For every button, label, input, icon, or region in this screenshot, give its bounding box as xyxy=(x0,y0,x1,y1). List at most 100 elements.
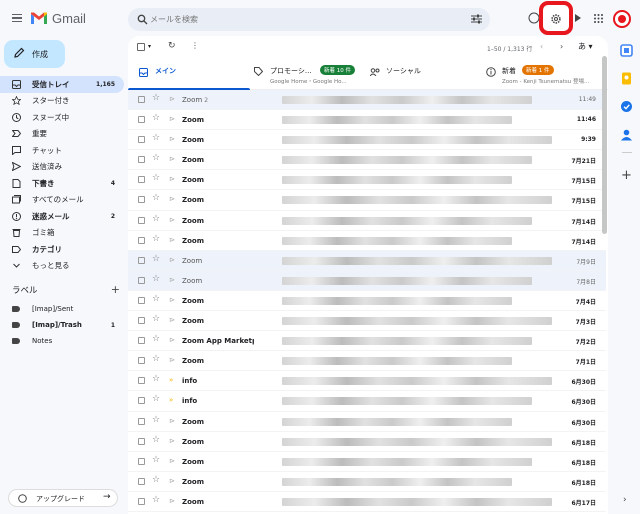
importance-marker-icon[interactable]: ⊳ xyxy=(169,336,175,344)
show-panel-icon[interactable]: › xyxy=(623,495,627,505)
star-icon[interactable]: ☆ xyxy=(152,495,160,505)
row-checkbox[interactable] xyxy=(138,176,145,184)
search-input[interactable] xyxy=(150,12,450,27)
sidebar-item-11[interactable]: もっと見る xyxy=(0,258,124,275)
apps-grid-icon[interactable] xyxy=(594,14,603,23)
star-icon[interactable]: ☆ xyxy=(152,173,160,183)
keep-icon[interactable] xyxy=(620,72,633,85)
search-icon[interactable] xyxy=(137,14,148,25)
importance-marker-icon[interactable]: ⊳ xyxy=(169,437,175,445)
star-icon[interactable]: ☆ xyxy=(152,93,160,103)
star-icon[interactable]: ☆ xyxy=(152,274,160,284)
email-row[interactable]: ☆ ⊳ Zoom 7月14日 xyxy=(128,230,606,251)
star-icon[interactable]: ☆ xyxy=(152,435,160,445)
importance-marker-icon[interactable]: ⊳ xyxy=(169,236,175,244)
row-checkbox[interactable] xyxy=(138,136,145,144)
tab-social[interactable]: ソーシャル xyxy=(364,60,480,90)
row-checkbox[interactable] xyxy=(138,337,145,345)
row-checkbox[interactable] xyxy=(138,296,145,304)
row-checkbox[interactable] xyxy=(138,437,145,445)
importance-marker-icon[interactable]: ⊳ xyxy=(169,276,175,284)
sidebar-item-6[interactable]: 下書き 4 xyxy=(0,175,124,192)
importance-marker-icon[interactable]: ⊳ xyxy=(169,216,175,224)
row-checkbox[interactable] xyxy=(138,357,145,365)
row-checkbox[interactable] xyxy=(138,477,145,485)
star-icon[interactable]: ☆ xyxy=(152,475,160,485)
add-label-icon[interactable]: + xyxy=(111,283,120,296)
email-row[interactable]: ☆ ⊳ Zoom 7月4日 xyxy=(128,290,606,312)
sidebar-item-4[interactable]: チャット xyxy=(0,142,124,159)
importance-marker-icon[interactable]: ⊳ xyxy=(169,135,175,143)
list-scrollbar[interactable] xyxy=(602,56,607,234)
star-icon[interactable]: ☆ xyxy=(152,394,160,404)
importance-marker-icon[interactable]: ⊳ xyxy=(169,95,175,103)
row-checkbox[interactable] xyxy=(138,96,145,103)
importance-marker-icon[interactable]: ⊳ xyxy=(169,477,175,485)
star-icon[interactable]: ☆ xyxy=(152,214,160,224)
star-icon[interactable]: ☆ xyxy=(152,153,160,163)
search-options-icon[interactable] xyxy=(471,14,482,24)
email-row[interactable]: ☆ » info 6月30日 xyxy=(128,371,606,392)
email-row[interactable]: ☆ ⊳ Zoom 6月18日 xyxy=(128,471,606,492)
calendar-icon[interactable] xyxy=(620,44,633,57)
star-icon[interactable]: ☆ xyxy=(152,415,160,425)
upgrade-button[interactable]: アップグレード → xyxy=(8,489,118,507)
star-icon[interactable]: ☆ xyxy=(152,254,160,264)
label-item-1[interactable]: [Imap]/Trash 1 xyxy=(0,317,124,333)
tab-main[interactable]: メイン xyxy=(128,60,250,90)
star-icon[interactable]: ☆ xyxy=(152,234,160,244)
importance-marker-icon[interactable]: ⊳ xyxy=(169,115,175,123)
row-checkbox[interactable] xyxy=(138,457,145,465)
add-addon-icon[interactable]: + xyxy=(621,168,632,183)
refresh-icon[interactable]: ↻ xyxy=(168,41,176,51)
sidebar-item-9[interactable]: ゴミ箱 xyxy=(0,225,124,242)
email-row[interactable]: ☆ ⊳ Zoom 6月30日 xyxy=(128,411,606,432)
email-row[interactable]: ☆ ⊳ Zoom 7月15日 xyxy=(128,190,606,211)
sidebar-item-5[interactable]: 送信済み xyxy=(0,159,124,176)
input-tools-button[interactable]: あ ▾ xyxy=(578,41,593,52)
search-bar[interactable] xyxy=(128,8,490,31)
importance-marker-icon[interactable]: ⊳ xyxy=(169,417,175,425)
label-item-2[interactable]: Notes xyxy=(0,333,124,349)
importance-marker-icon[interactable]: ⊳ xyxy=(169,457,175,465)
email-row[interactable]: ☆ ⊳ Zoom 6月18日 xyxy=(128,451,606,472)
email-row[interactable]: ☆ » info 6月30日 xyxy=(128,391,606,412)
importance-marker-icon[interactable]: ⊳ xyxy=(169,356,175,364)
row-checkbox[interactable] xyxy=(138,256,145,264)
tasks-icon[interactable] xyxy=(620,100,633,113)
tab-updates[interactable]: 新着 新着 1 件 Zoom - Kenji Tsunematsu 登場... xyxy=(480,60,606,90)
sidebar-item-3[interactable]: 重要 xyxy=(0,126,124,143)
row-checkbox[interactable] xyxy=(138,196,145,204)
row-checkbox[interactable] xyxy=(138,236,145,244)
sidebar-item-2[interactable]: スヌーズ中 xyxy=(0,109,124,126)
email-row[interactable]: ☆ ⊳ Zoom 11:46 xyxy=(128,110,606,131)
tab-promotions[interactable]: プロモーシ... 新着 10 件 Google Home・Google Ho..… xyxy=(250,60,364,90)
sidebar-item-7[interactable]: すべてのメール xyxy=(0,192,124,209)
importance-marker-icon[interactable]: ⊳ xyxy=(169,256,175,264)
app-name[interactable]: Gmail xyxy=(52,11,86,26)
star-icon[interactable]: ☆ xyxy=(152,455,160,465)
sidebar-item-10[interactable]: カテゴリ xyxy=(0,241,124,258)
email-row[interactable]: ☆ ⊳ Zoom 7月3日 xyxy=(128,311,606,332)
main-menu-icon[interactable] xyxy=(12,14,22,22)
compose-button[interactable]: 作成 xyxy=(4,40,65,68)
more-options-icon[interactable]: ⋮ xyxy=(191,41,199,50)
prev-page-icon[interactable]: ‹ xyxy=(540,42,543,51)
importance-marker-icon[interactable]: ⊳ xyxy=(169,296,175,304)
contacts-icon[interactable] xyxy=(620,128,633,141)
importance-marker-icon[interactable]: ⊳ xyxy=(169,497,175,505)
star-icon[interactable]: ☆ xyxy=(152,113,160,123)
email-row[interactable]: ☆ ⊳ Zoom 7月14日 xyxy=(128,210,606,231)
row-checkbox[interactable] xyxy=(138,156,145,164)
email-row[interactable]: ☆ ⊳ Zoom 7月9日 xyxy=(128,250,606,271)
gmail-logo-icon[interactable] xyxy=(31,12,47,24)
importance-marker-icon[interactable]: » xyxy=(169,376,173,384)
sidebar-item-0[interactable]: 受信トレイ 1,165 xyxy=(0,76,124,93)
star-icon[interactable]: ☆ xyxy=(152,193,160,203)
star-icon[interactable]: ☆ xyxy=(152,133,160,143)
sidebar-item-1[interactable]: スター付き xyxy=(0,93,124,110)
select-all-checkbox[interactable] xyxy=(137,43,145,51)
email-row[interactable]: ☆ ⊳ Zoom App Marketpl 7月2日 xyxy=(128,331,606,352)
sidebar-item-8[interactable]: 迷惑メール 2 xyxy=(0,208,124,225)
star-icon[interactable]: ☆ xyxy=(152,374,160,384)
